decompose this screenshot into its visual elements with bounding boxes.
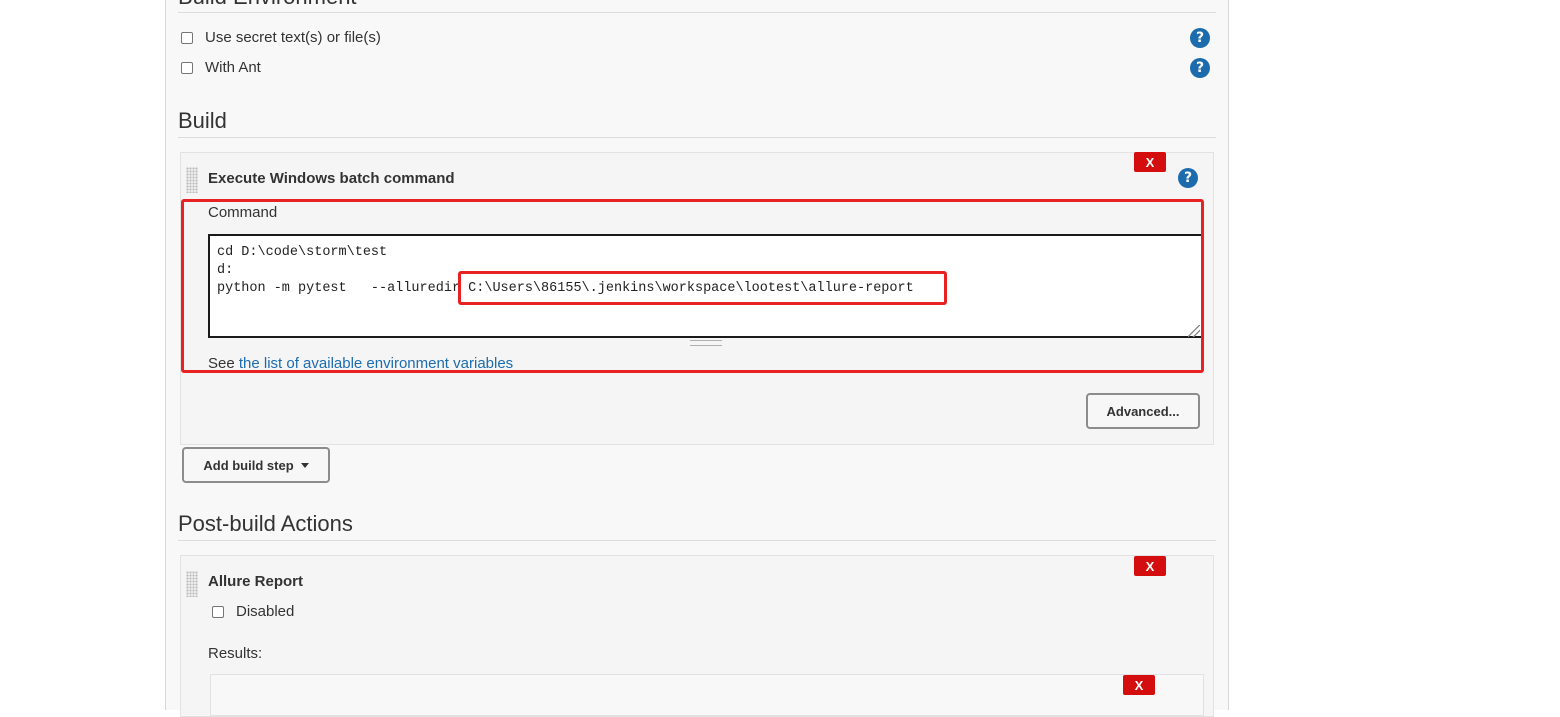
option-with-ant[interactable]: With Ant	[181, 59, 261, 76]
build-environment-title: Build Environment	[178, 0, 357, 10]
drag-handle-icon[interactable]	[186, 167, 198, 193]
results-container	[210, 674, 1204, 716]
section-divider	[178, 540, 1216, 541]
drag-handle-icon[interactable]	[186, 571, 198, 597]
secret-text-checkbox[interactable]	[181, 31, 193, 44]
post-build-section-title: Post-build Actions	[178, 511, 353, 536]
allure-report-title: Allure Report	[208, 573, 304, 590]
option-secret-text[interactable]: Use secret text(s) or file(s)	[181, 29, 381, 46]
highlight-alluredir-path	[458, 271, 947, 305]
build-section-title: Build	[178, 108, 227, 133]
with-ant-checkbox[interactable]	[181, 61, 193, 74]
disabled-checkbox[interactable]	[212, 605, 224, 618]
section-divider	[178, 137, 1216, 138]
delete-result-button[interactable]: X	[1123, 675, 1155, 695]
help-icon[interactable]: ?	[1190, 28, 1210, 48]
add-build-step-button[interactable]: Add build step	[182, 447, 330, 483]
add-build-step-label: Add build step	[203, 457, 294, 473]
disabled-label: Disabled	[236, 603, 295, 620]
help-icon[interactable]: ?	[1178, 168, 1198, 188]
advanced-button[interactable]: Advanced...	[1086, 393, 1200, 429]
caret-down-icon	[300, 462, 309, 468]
delete-build-step-button[interactable]: X	[1134, 152, 1166, 172]
results-label: Results:	[208, 645, 263, 662]
delete-post-build-step-button[interactable]: X	[1134, 556, 1166, 576]
secret-text-label: Use secret text(s) or file(s)	[205, 29, 381, 46]
with-ant-label: With Ant	[205, 59, 261, 76]
build-step-title: Execute Windows batch command	[208, 170, 455, 187]
help-icon[interactable]: ?	[1190, 58, 1210, 78]
option-disabled[interactable]: Disabled	[212, 603, 294, 620]
section-divider	[178, 12, 1216, 13]
